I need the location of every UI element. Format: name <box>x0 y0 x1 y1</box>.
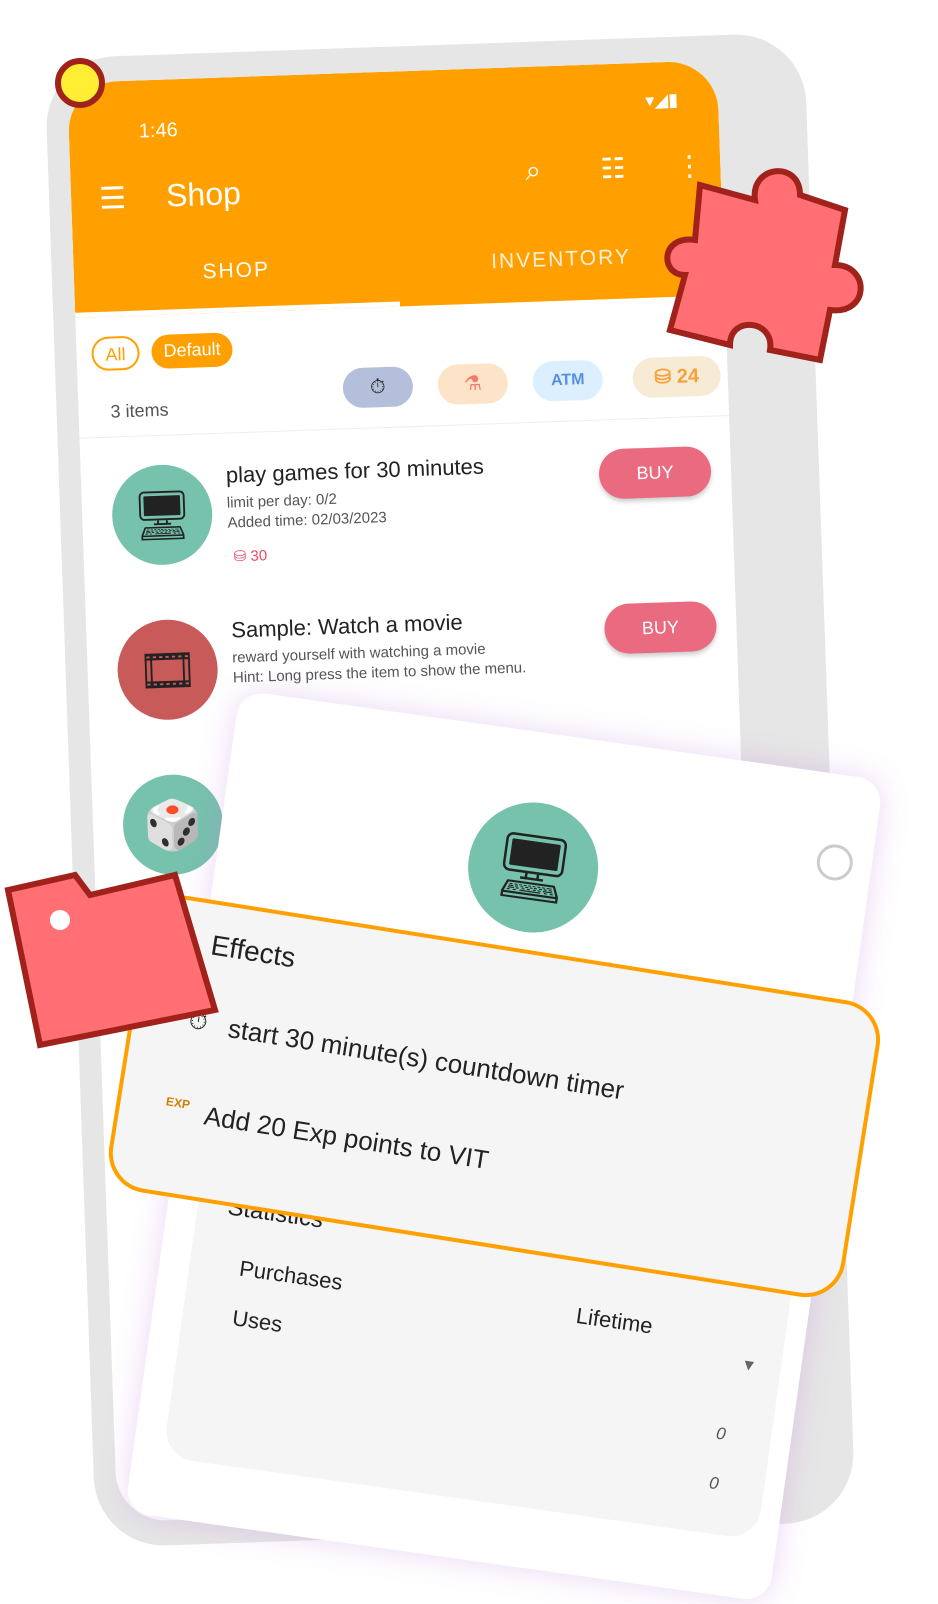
yellow-dot-decoration <box>55 58 105 108</box>
puzzle-piece-icon <box>664 168 864 364</box>
item-added-time: Added time: 02/03/2023 <box>227 509 388 532</box>
purchases-value: 0 <box>714 1423 727 1444</box>
app-bar: 1:46 ▾◢▮ ☰ Shop ⌕ ☷ ⋮ SHOP INVENTORY <box>67 60 725 318</box>
monitor-icon: 🖥 <box>459 794 607 941</box>
item-limit: limit per day: 0/2 <box>226 490 338 512</box>
film-icon: 🎞 <box>115 618 220 722</box>
purchases-label: Purchases <box>237 1255 345 1295</box>
status-time: 1:46 <box>138 119 179 143</box>
buy-button[interactable]: BUY <box>603 600 718 655</box>
tab-indicator <box>75 301 401 318</box>
page-title: Shop <box>165 174 242 214</box>
radio-button[interactable] <box>814 842 856 883</box>
chip-default[interactable]: Default <box>150 332 234 370</box>
item-price: ⛁ 30 <box>233 547 268 566</box>
tab-shop[interactable]: SHOP <box>73 253 399 288</box>
timer-icon[interactable]: ⏱ <box>342 366 414 409</box>
effect-timer: start 30 minute(s) countdown timer <box>226 1013 627 1106</box>
period-dropdown[interactable]: Lifetime <box>574 1303 654 1339</box>
list-item[interactable]: 🖥 play games for 30 minutes limit per da… <box>110 445 715 597</box>
exp-icon: EXP <box>165 1094 191 1112</box>
dropdown-arrow-icon[interactable]: ▼ <box>740 1356 758 1376</box>
effect-exp: Add 20 Exp points to VIT <box>202 1100 491 1176</box>
uses-value: 0 <box>707 1473 720 1494</box>
search-icon[interactable]: ⌕ <box>525 154 542 188</box>
price-value: 30 <box>250 547 268 565</box>
chip-all[interactable]: All <box>90 335 141 372</box>
buy-button[interactable]: BUY <box>598 445 712 500</box>
atm-button[interactable]: ATM <box>532 359 604 402</box>
folder-icon <box>4 871 219 1049</box>
item-name: Sample: Watch a movie <box>230 609 464 643</box>
status-icons: ▾◢▮ <box>644 89 679 111</box>
list-icon[interactable]: ☷ <box>600 152 626 186</box>
monitor-icon: 🖥 <box>110 463 214 567</box>
uses-label: Uses <box>230 1305 284 1337</box>
flask-icon[interactable]: ⚗ <box>437 362 509 406</box>
hamburger-menu-icon[interactable]: ☰ <box>99 181 127 217</box>
divider <box>79 415 730 439</box>
item-name: play games for 30 minutes <box>225 453 485 488</box>
item-count: 3 items <box>110 399 169 422</box>
